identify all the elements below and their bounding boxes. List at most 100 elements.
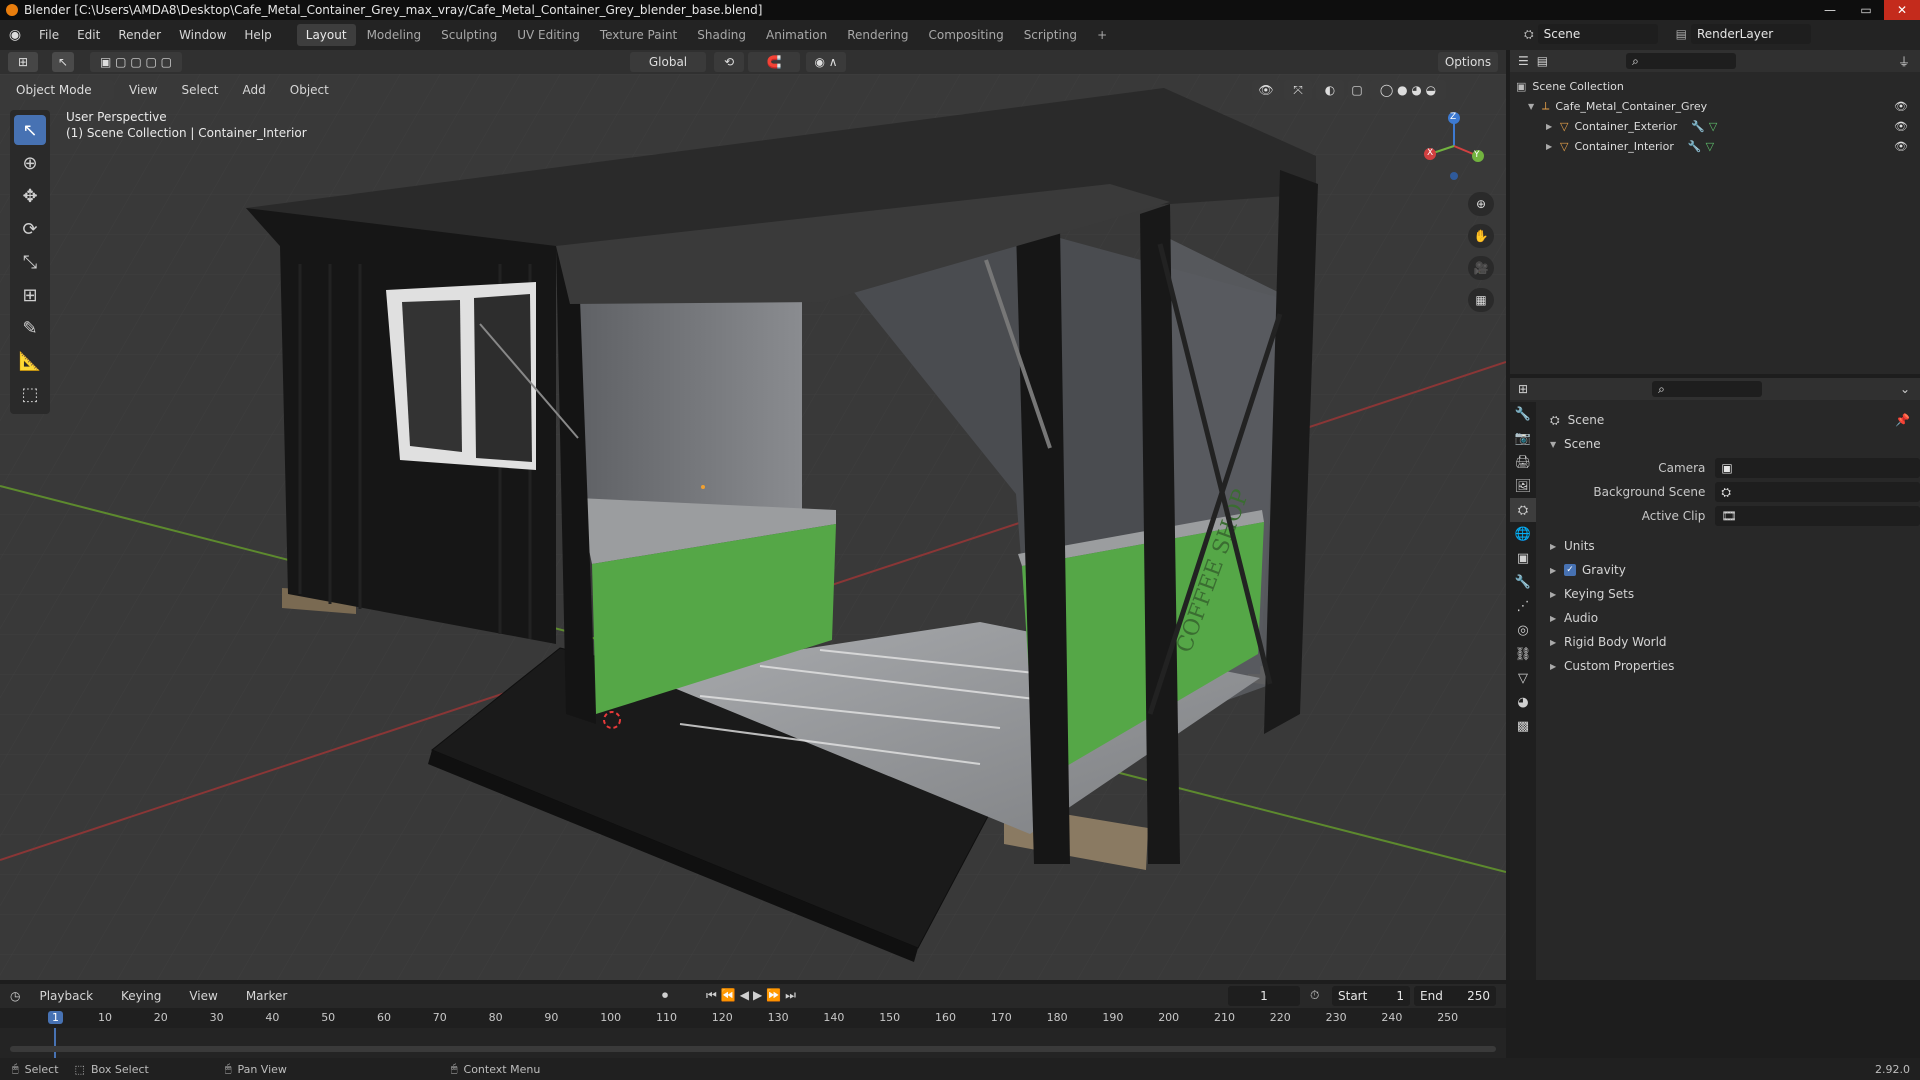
shading-mode-buttons[interactable]: ◯ ● ◕ ◒: [1370, 80, 1446, 100]
add-cube-tool-icon[interactable]: ⬚: [14, 379, 46, 409]
tab-modeling[interactable]: Modeling: [358, 24, 431, 46]
tab-scripting[interactable]: Scripting: [1015, 24, 1086, 46]
close-button[interactable]: ✕: [1884, 0, 1920, 20]
current-frame-field[interactable]: 1: [1228, 986, 1300, 1006]
3d-viewport[interactable]: COFFEE SHOP Object Mode View Select Add …: [0, 74, 1506, 980]
select-tool-icon[interactable]: ↖: [52, 52, 74, 72]
timeline-scrollbar[interactable]: [10, 1046, 1496, 1052]
ortho-grid-icon[interactable]: ▦: [1468, 288, 1494, 312]
tab-layout[interactable]: Layout: [296, 24, 356, 46]
particles-tab-icon[interactable]: ⋰: [1510, 594, 1536, 618]
tab-rendering[interactable]: Rendering: [838, 24, 917, 46]
display-mode-icon[interactable]: ▤: [1537, 54, 1548, 68]
texture-tab-icon[interactable]: ▩: [1510, 714, 1536, 738]
background-scene-field[interactable]: ⛭: [1715, 482, 1920, 502]
xray-icon[interactable]: ▢: [1348, 80, 1366, 100]
measure-tool-icon[interactable]: 📐: [14, 346, 46, 376]
camera-view-icon[interactable]: 🎥: [1468, 256, 1494, 280]
viewport-menu-view[interactable]: View: [120, 80, 166, 100]
properties-editor-icon[interactable]: ⊞: [1518, 382, 1528, 396]
pan-hand-icon[interactable]: ✋: [1468, 224, 1494, 248]
tab-uv-editing[interactable]: UV Editing: [508, 24, 589, 46]
annotate-tool-icon[interactable]: ✎: [14, 313, 46, 343]
visibility-eye-icon[interactable]: 👁: [1894, 140, 1908, 153]
outliner-item-cafe[interactable]: ▼ ⟂ Cafe_Metal_Container_Grey 👁: [1516, 96, 1914, 116]
panel-units[interactable]: ▶ Units: [1540, 534, 1920, 558]
expand-arrow-icon[interactable]: ▶: [1546, 142, 1560, 151]
output-tab-icon[interactable]: 🖨: [1510, 450, 1536, 474]
render-tab-icon[interactable]: 📷: [1510, 426, 1536, 450]
minimize-button[interactable]: —: [1812, 0, 1848, 20]
tab-compositing[interactable]: Compositing: [919, 24, 1012, 46]
cursor-tool-icon[interactable]: ⊕: [14, 148, 46, 178]
expand-arrow-icon[interactable]: ▼: [1528, 102, 1542, 111]
panel-custom-properties[interactable]: ▶ Custom Properties: [1540, 654, 1920, 678]
tool-tab-icon[interactable]: 🔧: [1510, 402, 1536, 426]
tab-texture-paint[interactable]: Texture Paint: [591, 24, 686, 46]
snap-icon[interactable]: 🧲: [748, 52, 800, 72]
stopwatch-icon[interactable]: ⏱: [1310, 988, 1319, 1003]
object-tab-icon[interactable]: ▣: [1510, 546, 1536, 570]
add-workspace-button[interactable]: +: [1088, 24, 1116, 46]
gravity-checkbox[interactable]: ✓: [1564, 564, 1576, 576]
menu-help[interactable]: Help: [235, 20, 280, 50]
navigation-gizmo[interactable]: Z X Y: [1418, 110, 1488, 180]
transform-orientation-dropdown[interactable]: Global: [630, 52, 706, 72]
proportional-editing-icon[interactable]: ◉ ∧: [806, 52, 846, 72]
rotate-tool-icon[interactable]: ⟳: [14, 214, 46, 244]
outliner-item-exterior[interactable]: ▶ ▽ Container_Exterior 🔧 ▽ 👁: [1516, 116, 1914, 136]
editor-type-button[interactable]: ⊞: [8, 52, 38, 72]
visibility-eye-icon[interactable]: 👁: [1894, 120, 1908, 133]
outliner-search-input[interactable]: ⌕: [1626, 53, 1737, 69]
blender-menu-icon[interactable]: ◉: [0, 27, 30, 43]
tab-animation[interactable]: Animation: [757, 24, 836, 46]
playback-controls[interactable]: ⏮⏪◀▶⏩⏭: [706, 988, 800, 1003]
timeline-menu-marker[interactable]: Marker: [237, 984, 296, 1008]
visibility-icon[interactable]: 👁: [1252, 80, 1280, 100]
timeline-track-area[interactable]: [0, 1028, 1506, 1058]
outliner-item-interior[interactable]: ▶ ▽ Container_Interior 🔧 ▽ 👁: [1516, 136, 1914, 156]
scene-selector[interactable]: Scene: [1537, 24, 1658, 44]
transform-tool-icon[interactable]: ⊞: [14, 280, 46, 310]
gizmo-toggle-icon[interactable]: ⤧: [1284, 80, 1312, 100]
world-tab-icon[interactable]: 🌐: [1510, 522, 1536, 546]
timeline-menu-playback[interactable]: Playback: [30, 984, 102, 1008]
physics-tab-icon[interactable]: ◎: [1510, 618, 1536, 642]
viewport-menu-object[interactable]: Object: [281, 80, 338, 100]
zoom-icon[interactable]: ⊕: [1468, 192, 1494, 216]
filter-icon[interactable]: ⏚: [1898, 53, 1910, 70]
dropdown-chevron-icon[interactable]: ⌄: [1900, 382, 1910, 396]
properties-search-input[interactable]: ⌕: [1652, 381, 1763, 397]
select-mode-buttons[interactable]: ▣ ▢ ▢ ▢ ▢: [90, 52, 182, 72]
start-frame-field[interactable]: Start 1: [1332, 986, 1410, 1006]
scene-tab-icon[interactable]: ⛭: [1510, 498, 1536, 522]
viewport-menu-add[interactable]: Add: [234, 80, 275, 100]
menu-file[interactable]: File: [30, 20, 68, 50]
active-clip-field[interactable]: 🎞: [1715, 506, 1920, 526]
data-tab-icon[interactable]: ▽: [1510, 666, 1536, 690]
maximize-button[interactable]: ▭: [1848, 0, 1884, 20]
material-tab-icon[interactable]: ◕: [1510, 690, 1536, 714]
menu-window[interactable]: Window: [170, 20, 235, 50]
timeline-menu-view[interactable]: View: [180, 984, 226, 1008]
panel-scene-header[interactable]: ▼ Scene: [1540, 432, 1920, 456]
expand-arrow-icon[interactable]: ▶: [1546, 122, 1560, 131]
panel-keying-sets[interactable]: ▶ Keying Sets: [1540, 582, 1920, 606]
frame-ruler[interactable]: 1 10 20 30 40 50 60 70 80 90 100 110 120 130 140 150 160…: [0, 1008, 1506, 1028]
constraints-tab-icon[interactable]: ⛓: [1510, 642, 1536, 666]
scale-tool-icon[interactable]: ⤡: [14, 247, 46, 277]
timeline-menu-keying[interactable]: Keying: [112, 984, 170, 1008]
modifier-tab-icon[interactable]: 🔧: [1510, 570, 1536, 594]
camera-field[interactable]: ▣: [1715, 458, 1920, 478]
visibility-eye-icon[interactable]: 👁: [1894, 100, 1908, 113]
panel-audio[interactable]: ▶ Audio: [1540, 606, 1920, 630]
object-mode-dropdown[interactable]: Object Mode: [10, 80, 114, 100]
outliner-scene-collection[interactable]: ▣ Scene Collection: [1516, 76, 1914, 96]
tab-shading[interactable]: Shading: [688, 24, 755, 46]
move-tool-icon[interactable]: ✥: [14, 181, 46, 211]
pin-icon[interactable]: 📌: [1895, 413, 1910, 427]
options-dropdown[interactable]: Options: [1438, 52, 1498, 72]
pivot-point-icon[interactable]: ⟲: [714, 52, 744, 72]
outliner-editor-icon[interactable]: ☰: [1518, 54, 1529, 68]
overlay-toggle-icon[interactable]: ◐: [1316, 80, 1344, 100]
